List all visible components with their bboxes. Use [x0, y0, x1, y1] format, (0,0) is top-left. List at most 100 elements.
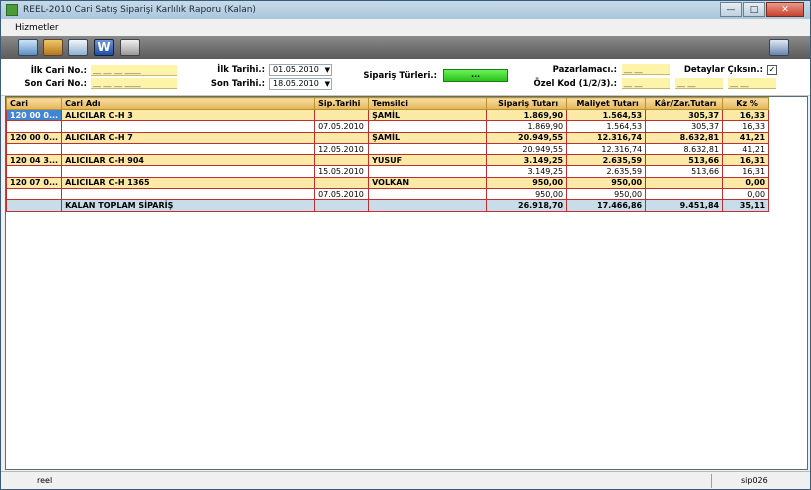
table-cell[interactable]: 35,11 — [722, 199, 770, 212]
table-row[interactable]: 15.05.2010 3.149,25 2.635,59 513,66 16,31 — [5, 165, 770, 178]
table-cell[interactable]: YUSUF — [368, 154, 488, 167]
ozel-kod-3-input[interactable]: __ __ — [728, 78, 776, 89]
table-cell[interactable]: 305,37 — [645, 120, 724, 133]
table-row[interactable]: 120 00 0... ALICILAR C-H 3 ŞAMİL 1.869,90 1.… — [5, 109, 770, 122]
table-cell[interactable]: ALICILAR C-H 7 — [61, 132, 316, 144]
table-row[interactable]: 07.05.2010 950,00 950,00 0,00 — [5, 188, 770, 201]
table-cell[interactable] — [314, 132, 370, 144]
table-cell[interactable] — [5, 165, 63, 178]
table-cell[interactable]: KALAN TOPLAM SİPARİŞ — [61, 199, 316, 212]
table-cell[interactable] — [5, 188, 63, 201]
table-cell[interactable]: 1.564,53 — [566, 109, 647, 122]
table-cell[interactable]: 2.635,59 — [566, 165, 647, 178]
table-cell[interactable]: 20.949,55 — [486, 143, 568, 156]
title-bar[interactable]: REEL-2010 Cari Satış Siparişi Karlılık R… — [1, 1, 810, 19]
table-cell[interactable]: 07.05.2010 — [314, 188, 370, 201]
table-cell[interactable]: 3.149,25 — [486, 154, 568, 167]
table-row[interactable]: 12.05.2010 20.949,55 12.316,74 8.632,81 41,2… — [5, 143, 770, 156]
table-cell[interactable]: 120 04 3... — [5, 154, 63, 167]
table-cell[interactable]: ALICILAR C-H 3 — [61, 109, 316, 122]
printer-icon[interactable] — [120, 39, 140, 56]
table-cell[interactable] — [5, 199, 63, 212]
table-cell[interactable] — [61, 120, 316, 133]
table-cell[interactable] — [368, 199, 488, 212]
table-cell[interactable]: 513,66 — [645, 154, 724, 167]
table-row[interactable]: 07.05.2010 1.869,90 1.564,53 305,37 16,33 — [5, 120, 770, 133]
table-cell[interactable] — [368, 188, 488, 201]
table-cell[interactable]: 1.869,90 — [486, 109, 568, 122]
son-tarih-picker[interactable]: 18.05.2010 ▼ — [269, 78, 332, 90]
siparis-turleri-button[interactable]: ... — [443, 69, 508, 82]
table-cell[interactable]: 0,00 — [722, 177, 770, 190]
table-cell[interactable]: 1.869,90 — [486, 120, 568, 133]
chevron-down-icon[interactable]: ▼ — [325, 79, 330, 89]
table-cell[interactable] — [314, 154, 370, 167]
table-cell[interactable]: 9.451,84 — [645, 199, 724, 212]
table-cell[interactable]: 16,33 — [722, 109, 770, 122]
table-cell[interactable]: ŞAMİL — [368, 109, 488, 122]
table-cell[interactable]: 17.466,86 — [566, 199, 647, 212]
exit-door-icon[interactable] — [769, 39, 789, 56]
table-cell[interactable] — [368, 120, 488, 133]
col-header-maliyet-tutari[interactable]: Maliyet Tutarı — [566, 97, 647, 110]
table-cell[interactable] — [61, 143, 316, 156]
table-cell[interactable]: 12.316,74 — [566, 143, 647, 156]
table-cell[interactable]: 513,66 — [645, 165, 724, 178]
col-header-cari-adi[interactable]: Cari Adı — [61, 97, 316, 110]
table-row[interactable]: 120 04 3... ALICILAR C-H 904 YUSUF 3.149,25… — [5, 154, 770, 167]
mail-icon[interactable] — [68, 39, 88, 56]
total-row[interactable]: KALAN TOPLAM SİPARİŞ 26.918,70 17.466,86 9.… — [5, 199, 770, 212]
maximize-button[interactable]: □ — [743, 2, 765, 17]
table-cell[interactable] — [314, 177, 370, 190]
table-cell[interactable]: 15.05.2010 — [314, 165, 370, 178]
table-cell[interactable]: 8.632,81 — [645, 132, 724, 144]
close-button[interactable]: ✕ — [766, 2, 804, 17]
table-cell[interactable]: 3.149,25 — [486, 165, 568, 178]
col-header-cari[interactable]: Cari — [5, 97, 63, 110]
table-cell[interactable]: 16,33 — [722, 120, 770, 133]
table-cell[interactable]: 120 07 0... — [5, 177, 63, 190]
table-cell[interactable]: 950,00 — [486, 188, 568, 201]
table-cell[interactable]: 305,37 — [645, 109, 724, 122]
table-cell[interactable] — [5, 120, 63, 133]
table-cell[interactable]: 07.05.2010 — [314, 120, 370, 133]
table-cell[interactable]: 12.316,74 — [566, 132, 647, 144]
table-cell[interactable]: 16,31 — [722, 165, 770, 178]
word-icon[interactable]: W — [94, 39, 114, 56]
table-cell[interactable]: 20.949,55 — [486, 132, 568, 144]
menu-hizmetler[interactable]: Hizmetler — [15, 23, 59, 33]
chevron-down-icon[interactable]: ▼ — [325, 65, 330, 75]
table-cell[interactable]: 120 00 0... — [5, 132, 63, 144]
col-header-kz-yuzde[interactable]: Kz % — [722, 97, 770, 110]
table-cell[interactable]: 26.918,70 — [486, 199, 568, 212]
notebook-icon[interactable] — [43, 39, 63, 56]
table-cell[interactable] — [314, 109, 370, 122]
son-cari-input[interactable]: __ __ __ ____ — [91, 78, 177, 89]
table-cell[interactable]: 950,00 — [566, 177, 647, 190]
table-cell[interactable]: ŞAMİL — [368, 132, 488, 144]
table-row[interactable]: 120 07 0... ALICILAR C-H 1365 VOLKAN 950,00… — [5, 177, 770, 190]
table-cell[interactable]: 8.632,81 — [645, 143, 724, 156]
table-cell[interactable]: 41,21 — [722, 132, 770, 144]
table-cell[interactable]: ALICILAR C-H 904 — [61, 154, 316, 167]
report-grid[interactable]: Cari Cari Adı Sip.Tarihi Temsilci Sipari… — [5, 96, 808, 470]
table-cell[interactable]: 120 00 0... — [5, 109, 63, 122]
col-header-temsilci[interactable]: Temsilci — [368, 97, 488, 110]
ilk-cari-input[interactable]: __ __ __ ____ — [91, 65, 177, 76]
table-cell[interactable] — [645, 188, 724, 201]
table-row[interactable]: 120 00 0... ALICILAR C-H 7 ŞAMİL 20.949,55 1… — [5, 132, 770, 144]
table-cell[interactable]: VOLKAN — [368, 177, 488, 190]
col-header-siparis-tutari[interactable]: Sipariş Tutarı — [486, 97, 568, 110]
table-cell[interactable] — [645, 177, 724, 190]
table-cell[interactable]: 2.635,59 — [566, 154, 647, 167]
table-cell[interactable] — [61, 165, 316, 178]
table-cell[interactable]: 1.564,53 — [566, 120, 647, 133]
col-header-kar-zarar[interactable]: Kâr/Zar.Tutarı — [645, 97, 724, 110]
table-cell[interactable] — [368, 143, 488, 156]
minimize-button[interactable]: — — [720, 2, 742, 17]
table-cell[interactable]: 41,21 — [722, 143, 770, 156]
table-cell[interactable]: 0,00 — [722, 188, 770, 201]
pazarlamaci-input[interactable]: __ __ — [622, 64, 670, 75]
table-cell[interactable]: 950,00 — [486, 177, 568, 190]
table-cell[interactable]: 16,31 — [722, 154, 770, 167]
